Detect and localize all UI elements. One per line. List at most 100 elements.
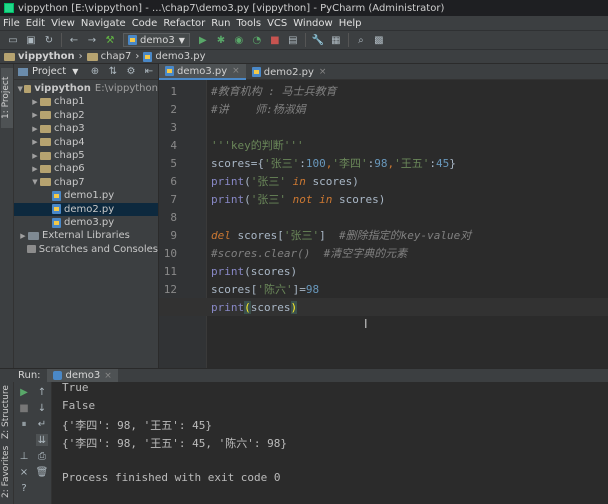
code-line[interactable]: print(scores): [211, 262, 608, 280]
code-token: del: [211, 228, 231, 242]
close-icon[interactable]: ×: [232, 66, 240, 76]
chevron-right-icon[interactable]: ▶: [30, 125, 40, 133]
chevron-right-icon[interactable]: ▶: [18, 232, 28, 240]
settings-wrench-icon[interactable]: 🔧: [312, 34, 324, 46]
code-line[interactable]: #教育机构 : 马士兵教育: [211, 82, 608, 100]
tab-demo2[interactable]: demo2.py ×: [246, 64, 333, 80]
scroll-down-icon[interactable]: ↓: [36, 402, 48, 414]
chevron-right-icon[interactable]: ▶: [30, 98, 40, 106]
code-line[interactable]: scores ={'张三':100, '李四':98, '王五':45}: [211, 154, 608, 172]
chevron-down-icon[interactable]: ▼: [30, 178, 40, 186]
menu-navigate[interactable]: Navigate: [78, 18, 129, 29]
project-panel-title[interactable]: Project: [32, 66, 66, 77]
tree-item-external-libraries[interactable]: ▶ External Libraries: [14, 229, 158, 242]
chevron-right-icon[interactable]: ▶: [30, 111, 40, 119]
save-all-icon[interactable]: ▣: [25, 34, 37, 46]
close-icon[interactable]: ×: [18, 466, 30, 478]
debug-icon[interactable]: ✱: [215, 34, 227, 46]
code-line[interactable]: [211, 118, 608, 136]
tab-structure[interactable]: Z: Structure: [1, 384, 13, 440]
help-icon[interactable]: ?: [18, 482, 30, 494]
hide-icon[interactable]: ⇤: [143, 66, 155, 78]
code-token: (: [244, 174, 251, 188]
menu-run[interactable]: Run: [208, 18, 233, 29]
tree-item-chap1[interactable]: ▶ chap1: [14, 95, 158, 108]
scroll-up-icon[interactable]: ↑: [36, 386, 48, 398]
stop-icon[interactable]: ■: [18, 402, 30, 414]
breadcrumb-item-demo3[interactable]: demo3.py: [143, 51, 206, 62]
code-line[interactable]: [211, 208, 608, 226]
menu-view[interactable]: View: [48, 18, 78, 29]
chevron-down-icon[interactable]: ▼: [17, 85, 24, 93]
menu-refactor[interactable]: Refactor: [160, 18, 208, 29]
code-line[interactable]: #scores.clear() #清空字典的元素: [211, 244, 608, 262]
back-icon[interactable]: ←: [68, 34, 80, 46]
collapse-icon[interactable]: ⇅: [107, 66, 119, 78]
profile-icon[interactable]: ◔: [251, 34, 263, 46]
python-console-icon[interactable]: ▩: [373, 34, 385, 46]
layout-icon[interactable]: ▤: [287, 34, 299, 46]
pause-icon[interactable]: ⏸: [18, 418, 30, 430]
print-icon[interactable]: ⎙: [36, 450, 48, 462]
chevron-right-icon[interactable]: ▶: [30, 152, 40, 160]
menu-code[interactable]: Code: [129, 18, 161, 29]
code-line[interactable]: del scores['张三'] #删除指定的key-value对: [211, 226, 608, 244]
chevron-right-icon[interactable]: ▶: [30, 165, 40, 173]
code-line[interactable]: '''key的判断''': [211, 136, 608, 154]
menu-file[interactable]: File: [0, 18, 23, 29]
close-icon[interactable]: ×: [104, 371, 112, 381]
gear-icon[interactable]: ⚙: [125, 66, 137, 78]
code-line[interactable]: #讲 师:杨淑娟: [211, 100, 608, 118]
tree-item-chap7[interactable]: ▼ chap7: [14, 176, 158, 189]
code-line[interactable]: print('张三' not in scores): [211, 190, 608, 208]
menu-tools[interactable]: Tools: [233, 18, 264, 29]
chevron-down-icon[interactable]: ▼: [72, 67, 78, 76]
tree-item-chap3[interactable]: ▶ chap3: [14, 122, 158, 135]
run-icon[interactable]: ▶: [197, 34, 209, 46]
locate-icon[interactable]: ⊕: [89, 66, 101, 78]
coverage-icon[interactable]: ◉: [233, 34, 245, 46]
run-configuration-select[interactable]: demo3 ▼: [123, 33, 190, 47]
tab-favorites[interactable]: 2: Favorites: [1, 444, 13, 500]
code-line[interactable]: print('张三' in scores): [211, 172, 608, 190]
sync-icon[interactable]: ↻: [43, 34, 55, 46]
python-file-icon: [52, 371, 62, 380]
open-folder-icon[interactable]: ▭: [7, 34, 19, 46]
tree-item-demo1-py[interactable]: demo1.py: [14, 189, 158, 202]
rerun-icon[interactable]: ▶: [18, 386, 30, 398]
menu-window[interactable]: Window: [290, 18, 335, 29]
tree-item-demo3-py[interactable]: demo3.py: [14, 216, 158, 229]
tree-item-chap5[interactable]: ▶ chap5: [14, 149, 158, 162]
menu-help[interactable]: Help: [336, 18, 365, 29]
code-line[interactable]: scores['陈六']= 98: [211, 280, 608, 298]
trash-icon[interactable]: 🗑: [36, 466, 49, 478]
line-number: 5: [170, 157, 177, 170]
close-icon[interactable]: ×: [319, 67, 327, 77]
breadcrumb-item-chap7[interactable]: chap7: [86, 51, 131, 62]
window-title-bar: vippython [E:\vippython] - ...\chap7\dem…: [0, 0, 608, 16]
console-output-line: {'李四': 98, '王五': 45, '陈六': 98}: [62, 437, 287, 450]
tree-item-demo2-py[interactable]: demo2.py: [14, 202, 158, 216]
soft-wrap-icon[interactable]: ↵: [36, 418, 48, 430]
chevron-right-icon[interactable]: ▶: [30, 138, 40, 146]
search-icon[interactable]: ⌕: [355, 34, 367, 46]
menu-edit[interactable]: Edit: [23, 18, 48, 29]
tree-item-chap2[interactable]: ▶ chap2: [14, 109, 158, 122]
tree-item-vippython[interactable]: ▼ vippython E:\vippython: [14, 82, 158, 95]
project-structure-icon[interactable]: ▦: [330, 34, 342, 46]
tree-item-chap6[interactable]: ▶ chap6: [14, 162, 158, 175]
scroll-to-end-icon[interactable]: ⇊: [36, 434, 48, 446]
breadcrumb-item-vippython[interactable]: vippython: [4, 51, 75, 62]
menu-vcs[interactable]: VCS: [264, 18, 290, 29]
tree-item-scratches-and-consoles[interactable]: Scratches and Consoles: [14, 243, 158, 256]
code-line[interactable]: print(scores): [211, 298, 608, 316]
run-console[interactable]: True False {'李四': 98, '王五': 45} {'李四': 98, …: [52, 381, 608, 504]
build-icon[interactable]: ⚒: [104, 34, 116, 46]
forward-icon[interactable]: →: [86, 34, 98, 46]
tab-project[interactable]: 1: Project: [1, 68, 13, 128]
tab-demo3[interactable]: demo3.py ×: [159, 64, 246, 80]
tree-item-chap4[interactable]: ▶ chap4: [14, 136, 158, 149]
pin-icon[interactable]: ⊥: [18, 450, 30, 462]
code-token: print: [211, 192, 245, 206]
stop-icon[interactable]: ■: [269, 34, 281, 46]
